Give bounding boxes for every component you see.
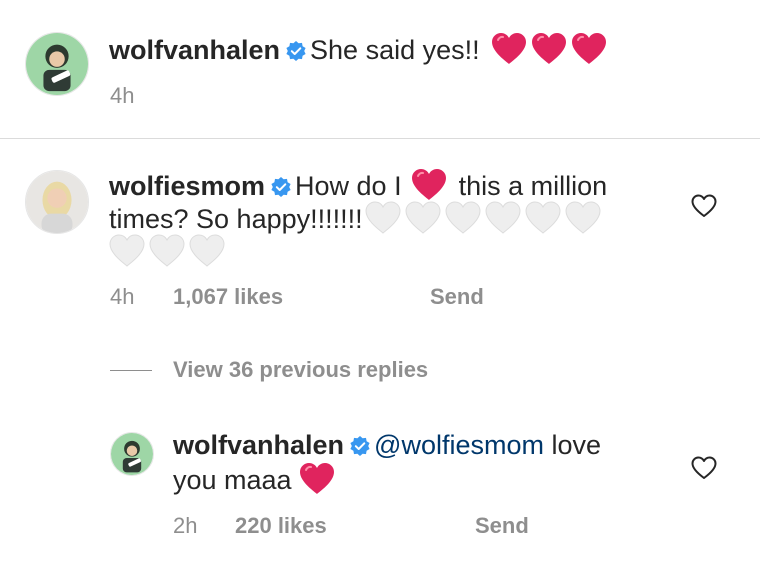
white-heart-emoji xyxy=(565,201,601,234)
avatar-wolfvanhalen[interactable] xyxy=(25,32,89,96)
reply-mention-link[interactable]: @wolfiesmom xyxy=(374,430,544,460)
comment-text-line2: times? So happy!!!!!!! xyxy=(109,204,363,234)
red-heart-emoji xyxy=(571,32,607,65)
white-heart-emoji xyxy=(485,201,521,234)
divider xyxy=(0,138,760,139)
avatar-image xyxy=(26,33,88,95)
reply-username[interactable]: wolfvanhalen xyxy=(173,430,344,460)
comment-line-2: times? So happy!!!!!!! xyxy=(109,201,605,235)
avatar-image xyxy=(26,171,88,233)
replies-divider-line xyxy=(110,370,152,371)
reply-line-1: wolfvanhalen @wolfiesmom love xyxy=(173,429,601,461)
white-heart-emoji xyxy=(525,201,561,234)
avatar-image xyxy=(111,433,153,475)
white-heart-emoji xyxy=(405,201,441,234)
heart-outline-icon[interactable] xyxy=(691,456,717,480)
avatar-wolfvanhalen-reply[interactable] xyxy=(110,432,154,476)
white-heart-emoji xyxy=(365,201,401,234)
comment-likes[interactable]: 1,067 likes xyxy=(173,284,283,310)
comment-username[interactable]: wolfiesmom xyxy=(109,171,265,201)
post-username[interactable]: wolfvanhalen xyxy=(109,35,280,65)
red-heart-emoji xyxy=(299,462,335,495)
white-heart-emoji xyxy=(189,234,225,267)
red-heart-emoji xyxy=(411,168,447,201)
comment-text-part2: this a million xyxy=(458,171,608,201)
view-previous-replies-button[interactable]: View 36 previous replies xyxy=(173,357,428,383)
reply-send-button[interactable]: Send xyxy=(475,513,529,539)
comment-time: 4h xyxy=(110,284,135,309)
verified-badge-icon xyxy=(286,41,306,61)
post-time: 4h xyxy=(110,83,135,108)
heart-outline-icon[interactable] xyxy=(691,194,717,218)
comment-text-part1: How do I xyxy=(295,171,402,201)
red-heart-emoji xyxy=(491,32,527,65)
comment-line-1: wolfiesmom How do I this a million xyxy=(109,168,607,202)
comment-send-button[interactable]: Send xyxy=(430,284,484,310)
white-heart-emoji xyxy=(109,234,145,267)
reply-text-line2: you maaa xyxy=(173,465,292,495)
white-heart-emoji xyxy=(445,201,481,234)
post-caption: She said yes!! xyxy=(310,35,480,65)
verified-badge-icon xyxy=(350,436,370,456)
post-caption-line: wolfvanhalen She said yes!! xyxy=(109,32,611,66)
red-heart-emoji xyxy=(531,32,567,65)
reply-likes[interactable]: 220 likes xyxy=(235,513,327,539)
reply-text-part1: love xyxy=(551,430,602,460)
avatar-wolfiesmom[interactable] xyxy=(25,170,89,234)
reply-line-2: you maaa xyxy=(173,462,339,496)
white-heart-emoji xyxy=(149,234,185,267)
comment-line-3 xyxy=(109,234,229,268)
verified-badge-icon xyxy=(271,177,291,197)
reply-time: 2h xyxy=(173,513,198,538)
